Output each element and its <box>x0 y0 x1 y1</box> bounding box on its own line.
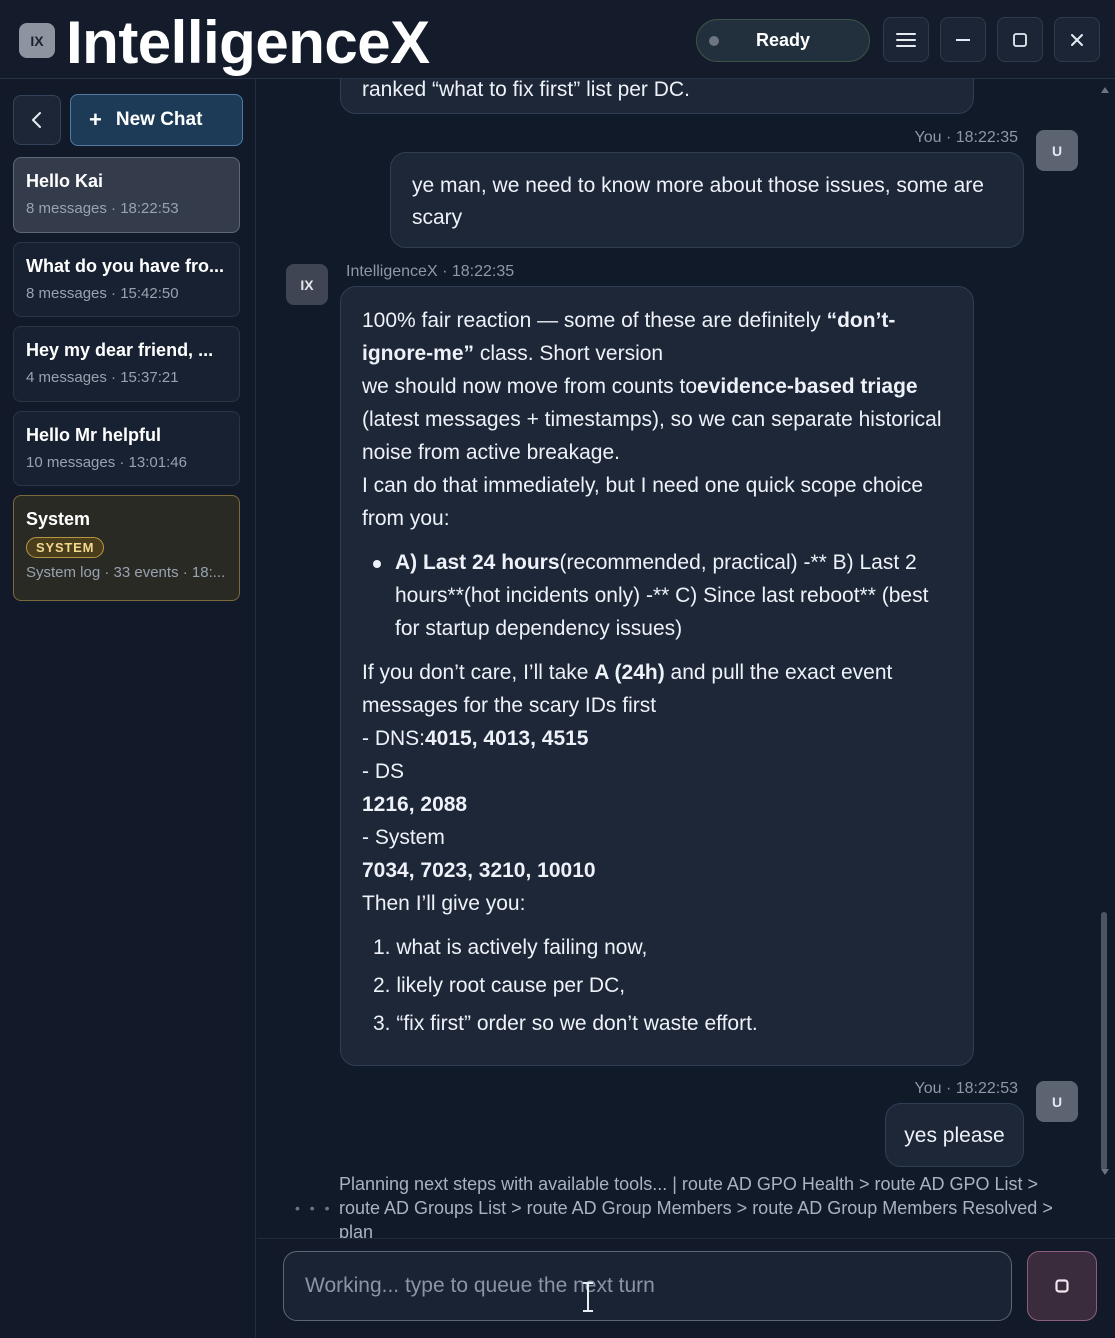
bold-text: evidence-based triage <box>697 375 918 398</box>
bold-text: A) Last 24 hours <box>395 551 560 574</box>
message-paragraph: we should now move from counts toevidenc… <box>362 370 952 469</box>
maximize-icon <box>1013 32 1027 47</box>
chat-meta: System log · 33 events · 18:... <box>26 564 226 581</box>
status-indicator: Ready <box>696 19 870 62</box>
menu-icon <box>896 32 916 47</box>
list-item: 2. likely root cause per DC, <box>373 974 626 997</box>
collapse-sidebar-button[interactable] <box>13 95 61 145</box>
message-paragraph: 100% fair reaction — some of these are d… <box>362 304 952 370</box>
message-text: ye man, we need to know more about those… <box>412 174 984 229</box>
user-message-bubble: yes please <box>885 1103 1024 1167</box>
assistant-message-bubble: ranked “what to fix first” list per DC. <box>340 79 974 114</box>
app-logo-badge: IX <box>19 23 55 58</box>
new-chat-button[interactable]: + New Chat <box>70 94 243 146</box>
close-icon <box>1071 33 1083 46</box>
chat-meta: 8 messages · 15:42:50 <box>26 285 179 302</box>
user-avatar: U <box>1036 130 1078 171</box>
bullet-list: A) Last 24 hours(recommended, practical)… <box>362 546 952 645</box>
stop-icon <box>1055 1279 1069 1293</box>
composer <box>257 1238 1115 1338</box>
message-meta: You · 18:22:35 <box>914 129 1019 146</box>
chat-scrollbar[interactable] <box>1101 87 1109 1177</box>
message-paragraph: Then I’ll give you: <box>362 892 526 915</box>
numbered-list: 1. what is actively failing now, 2. like… <box>362 931 952 1040</box>
user-message-bubble: ye man, we need to know more about those… <box>390 152 1024 248</box>
text-span: class. Short version <box>474 342 664 365</box>
scroll-down-arrow-icon[interactable] <box>1101 1169 1109 1175</box>
list-item: 3. “fix first” order so we don’t waste e… <box>373 1012 758 1035</box>
user-avatar: U <box>1036 1081 1078 1122</box>
chat-title: Hello Mr helpful <box>26 425 161 445</box>
message-paragraph: - DS <box>362 760 404 783</box>
plus-icon: + <box>89 107 102 132</box>
text-span: If you don’t care, I’ll take <box>362 661 595 684</box>
menu-button[interactable] <box>883 17 929 62</box>
message-input[interactable] <box>283 1251 1012 1321</box>
assistant-avatar: IX <box>286 264 328 305</box>
chat-title: Hey my dear friend, ... <box>26 340 214 360</box>
chat-title: Hello Kai <box>26 171 104 191</box>
chat-title: What do you have fro... <box>26 256 225 276</box>
message-text: yes please <box>904 1123 1005 1147</box>
minimize-button[interactable] <box>940 17 986 62</box>
chat-list-item-system[interactable]: System SYSTEM System log · 33 events · 1… <box>13 495 240 601</box>
message-meta: IntelligenceX · 18:22:35 <box>346 263 515 280</box>
bold-text: 4015, 4013, 4515 <box>425 727 589 750</box>
title-bar: IX IntelligenceX Ready <box>0 0 1115 79</box>
scroll-up-arrow-icon[interactable] <box>1101 87 1109 93</box>
status-label: Ready <box>755 30 811 50</box>
bold-text: 1216, 2088 <box>362 793 468 816</box>
new-chat-label: New Chat <box>115 109 203 130</box>
text-span: 100% fair reaction — some of these are d… <box>362 309 827 332</box>
bold-text: A (24h) <box>594 661 665 684</box>
chat-list-item[interactable]: What do you have fro... 8 messages · 15:… <box>13 242 240 317</box>
chat-meta: 8 messages · 18:22:53 <box>26 200 179 217</box>
message-paragraph: If you don’t care, I’ll take A (24h) and… <box>362 656 952 722</box>
assistant-message-body: 100% fair reaction — some of these are d… <box>341 287 973 1040</box>
close-button[interactable] <box>1054 17 1100 62</box>
chat-meta: 4 messages · 15:37:21 <box>26 369 179 386</box>
app-title: IntelligenceX <box>66 9 430 76</box>
bold-text: 7034, 7023, 3210, 10010 <box>362 859 596 882</box>
text-span: (latest messages + timestamps), so we ca… <box>362 408 942 464</box>
list-item: A) Last 24 hours(recommended, practical)… <box>362 546 952 645</box>
message-paragraph: - System <box>362 826 445 849</box>
chat-list-item[interactable]: Hello Kai 8 messages · 18:22:53 <box>13 157 240 233</box>
minimize-icon <box>956 38 970 41</box>
message-paragraph: 1216, 2088 <box>362 788 952 821</box>
chevron-left-icon <box>32 112 41 128</box>
text-span: we should now move from counts to <box>362 375 697 398</box>
message-meta: You · 18:22:53 <box>914 1080 1019 1097</box>
chat-list-item[interactable]: Hello Mr helpful 10 messages · 13:01:46 <box>13 411 240 486</box>
text-cursor-icon <box>583 1282 593 1312</box>
stop-button[interactable] <box>1027 1251 1097 1321</box>
chat-title: System <box>26 509 91 529</box>
conversation-view[interactable]: ranked “what to fix first” list per DC. … <box>257 79 1115 1238</box>
maximize-button[interactable] <box>997 17 1043 62</box>
message-text: ranked “what to fix first” list per DC. <box>362 79 690 101</box>
message-paragraph: 7034, 7023, 3210, 10010 <box>362 854 952 887</box>
sidebar: + New Chat Hello Kai 8 messages · 18:22:… <box>0 79 256 1338</box>
message-paragraph: - DNS:4015, 4013, 4515 <box>362 722 952 755</box>
typing-dots-icon: • • • <box>295 1200 333 1216</box>
text-span: - DNS: <box>362 727 425 750</box>
chat-list-item[interactable]: Hey my dear friend, ... 4 messages · 15:… <box>13 326 240 402</box>
chat-meta: 10 messages · 13:01:46 <box>26 454 187 471</box>
tool-progress-text: Planning next steps with available tools… <box>339 1174 1053 1238</box>
scrollbar-thumb[interactable] <box>1101 912 1107 1170</box>
list-item: 1. what is actively failing now, <box>373 936 648 959</box>
system-badge: SYSTEM <box>26 537 105 558</box>
message-paragraph: I can do that immediately, but I need on… <box>362 474 924 530</box>
assistant-message-bubble: 100% fair reaction — some of these are d… <box>340 286 974 1066</box>
